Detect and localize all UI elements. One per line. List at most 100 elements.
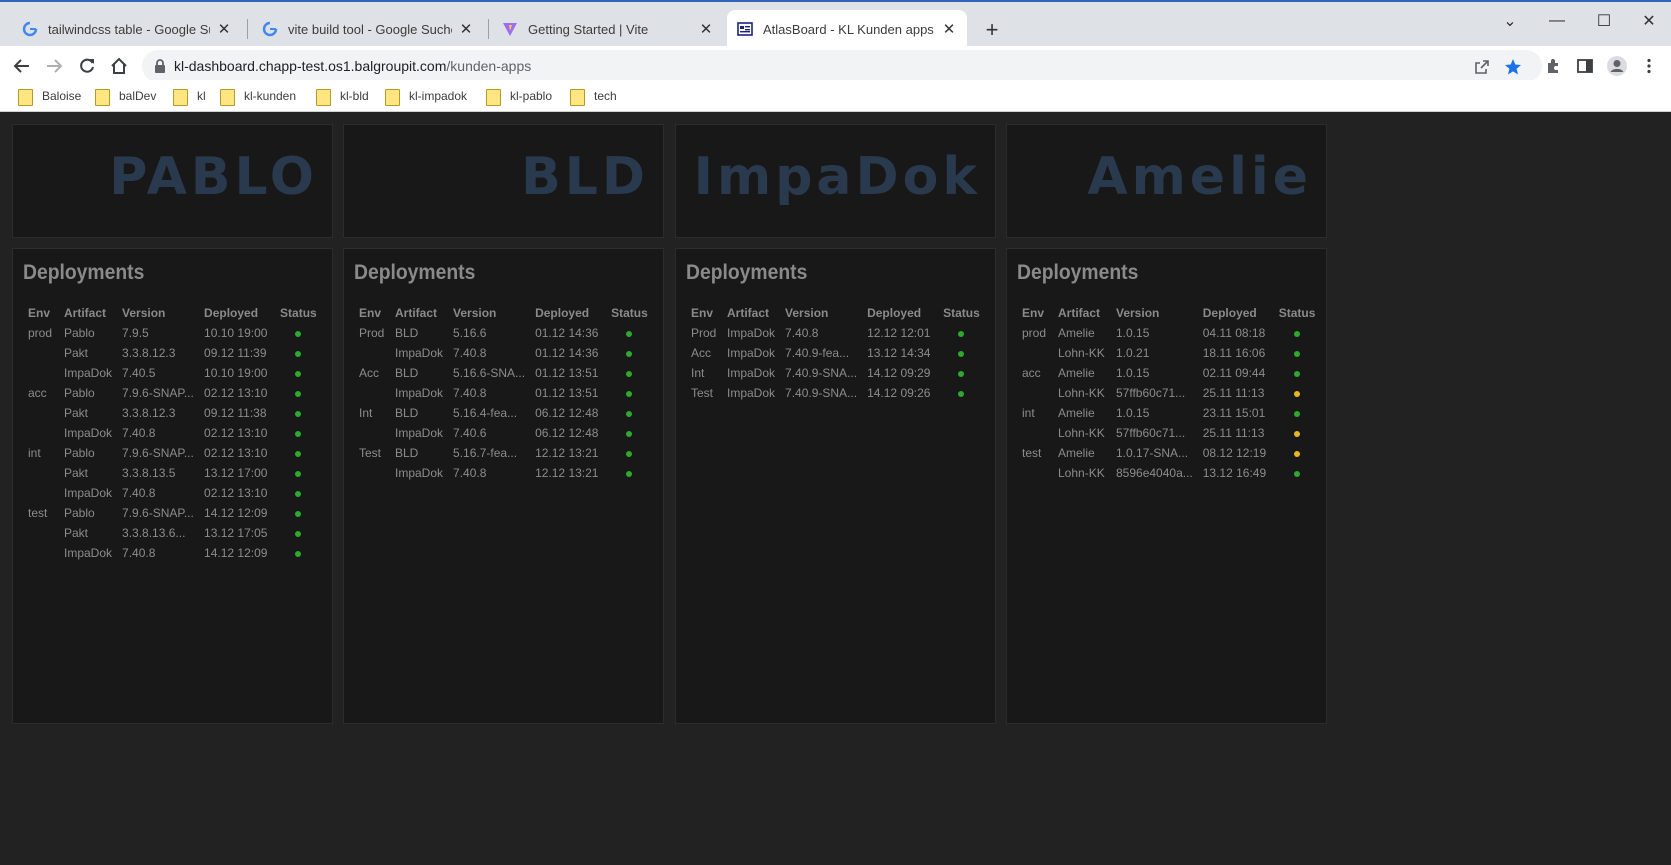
cell-status	[938, 363, 985, 383]
app-title: Amelie	[1087, 147, 1312, 207]
folder-icon	[570, 89, 585, 106]
column-header-status: Status	[611, 306, 648, 320]
cell-version: 1.0.17-SNA...	[1116, 446, 1189, 460]
tab-search-icon[interactable]: ⌄	[1490, 8, 1530, 34]
folder-icon	[95, 89, 110, 106]
status-dot-icon	[295, 451, 302, 457]
table-row: ImpaDok 7.40.8 01.12 14:36	[354, 343, 653, 363]
bookmark-folder[interactable]: kl-bld	[316, 86, 369, 106]
cell-version: 7.40.9-fea...	[785, 346, 850, 360]
table-row: Pakt 3.3.8.13.6... 13.12 17:05	[23, 523, 322, 543]
cell-env: prod	[28, 326, 53, 340]
tab-title: tailwindcss table - Google Suche	[48, 21, 210, 37]
column-header-status: Status	[280, 306, 317, 320]
tab-separator	[247, 19, 248, 39]
tab-separator	[488, 19, 489, 39]
bookmark-folder[interactable]: kl-kunden	[220, 86, 296, 106]
folder-icon	[220, 89, 235, 106]
cell-version: 3.3.8.13.5	[122, 466, 176, 480]
cell-deployed: 13.12 14:34	[867, 346, 931, 360]
lock-icon[interactable]	[152, 58, 168, 74]
side-panel-icon[interactable]	[1571, 52, 1599, 80]
cell-artifact: ImpaDok	[64, 546, 113, 560]
minimize-icon[interactable]: —	[1537, 8, 1577, 34]
column-header-deployed: Deployed	[1202, 306, 1257, 320]
column-header-status: Status	[1278, 306, 1316, 320]
cell-status	[275, 543, 322, 563]
cell-deployed: 06.12 12:48	[535, 406, 599, 420]
cell-env: acc	[28, 386, 47, 400]
bookmark-folder[interactable]: Baloise	[18, 86, 81, 106]
cell-artifact: Amelie	[1058, 326, 1095, 340]
home-icon[interactable]	[105, 52, 133, 80]
menu-kebab-icon[interactable]	[1635, 52, 1663, 80]
column-header-artifact: Artifact	[64, 306, 107, 320]
status-dot-icon	[1294, 411, 1301, 417]
column-header-version: Version	[453, 306, 497, 320]
cell-version: 57ffb60c71...	[1116, 386, 1186, 400]
status-dot-icon	[1294, 451, 1301, 457]
close-tab-icon[interactable]: ✕	[458, 21, 474, 38]
cell-artifact: ImpaDok	[395, 426, 444, 440]
back-icon[interactable]	[8, 52, 36, 80]
bookmark-folder[interactable]: kl-impadok	[385, 86, 467, 106]
browser-tab[interactable]: Getting Started | Vite ✕	[492, 10, 724, 48]
deployments-widget-amelie: Deployments Env Artifact Version Deployed St…	[1006, 248, 1327, 724]
browser-tab-active[interactable]: AtlasBoard - KL Kunden apps Wa ✕	[727, 10, 967, 48]
close-tab-icon[interactable]: ✕	[698, 21, 714, 38]
status-dot-icon	[295, 351, 302, 357]
table-row: ImpaDok 7.40.5 10.10 19:00	[23, 363, 322, 383]
reload-icon[interactable]	[73, 52, 101, 80]
status-dot-icon	[295, 431, 302, 437]
new-tab-button[interactable]: +	[978, 16, 1006, 44]
table-row: int Amelie 1.0.15 23.11 15:01	[1017, 403, 1320, 423]
cell-deployed: 23.11 15:01	[1202, 406, 1266, 420]
cell-deployed: 13.12 17:00	[204, 466, 268, 480]
section-title: Deployments	[686, 261, 808, 284]
browser-tab[interactable]: vite build tool - Google Suche ✕	[252, 10, 484, 48]
forward-icon[interactable]	[40, 52, 68, 80]
bookmark-star-icon[interactable]	[1502, 56, 1524, 78]
cell-artifact: Pablo	[64, 446, 95, 460]
bookmark-folder[interactable]: kl	[173, 86, 206, 106]
cell-env: Int	[359, 406, 373, 420]
cell-artifact: Lohn-KK	[1058, 346, 1105, 360]
share-icon[interactable]	[1471, 56, 1493, 78]
table-row: Prod ImpaDok 7.40.8 12.12 12:01	[686, 323, 985, 343]
cell-version: 3.3.8.12.3	[122, 346, 176, 360]
cell-env: Prod	[359, 326, 385, 340]
cell-env: Int	[691, 366, 705, 380]
status-dot-icon	[1294, 391, 1301, 397]
extensions-icon[interactable]	[1540, 52, 1568, 80]
cell-deployed: 02.12 13:10	[204, 426, 268, 440]
cell-env: Prod	[691, 326, 717, 340]
table-row: ImpaDok 7.40.8 02.12 13:10	[23, 423, 322, 443]
profile-avatar-icon[interactable]	[1603, 52, 1631, 80]
maximize-icon[interactable]: ☐	[1584, 8, 1624, 34]
column-header-env: Env	[691, 306, 714, 320]
cell-env	[23, 543, 59, 563]
cell-env	[1017, 343, 1053, 363]
bookmarks-bar: Baloise balDev kl kl-kunden kl-bld kl-im…	[0, 80, 1671, 112]
cell-env: Acc	[691, 346, 712, 360]
cell-deployed: 06.12 12:48	[535, 426, 599, 440]
browser-tab[interactable]: tailwindcss table - Google Suche ✕	[12, 10, 242, 48]
table-row: ImpaDok 7.40.6 06.12 12:48	[354, 423, 653, 443]
cell-env	[354, 383, 390, 403]
bookmark-folder[interactable]: balDev	[95, 86, 156, 106]
cell-status	[606, 383, 653, 403]
table-row: test Amelie 1.0.17-SNA... 08.12 12:19	[1017, 443, 1320, 463]
close-window-icon[interactable]: ✕	[1629, 8, 1669, 34]
bookmark-folder[interactable]: tech	[570, 86, 617, 106]
address-bar[interactable]: kl-dashboard.chapp-test.os1.balgroupit.c…	[142, 50, 1542, 82]
close-tab-icon[interactable]: ✕	[941, 21, 957, 38]
bookmark-folder[interactable]: kl-pablo	[486, 86, 552, 106]
status-dot-icon	[626, 371, 633, 377]
table-row: acc Pablo 7.9.6-SNAP... 02.12 13:10	[23, 383, 322, 403]
cell-version: 3.3.8.12.3	[122, 406, 176, 420]
cell-version: 7.40.8	[453, 466, 487, 480]
cell-env: Test	[691, 386, 714, 400]
close-tab-icon[interactable]: ✕	[216, 21, 232, 38]
status-dot-icon	[295, 551, 302, 557]
column-header-artifact: Artifact	[1058, 306, 1101, 320]
